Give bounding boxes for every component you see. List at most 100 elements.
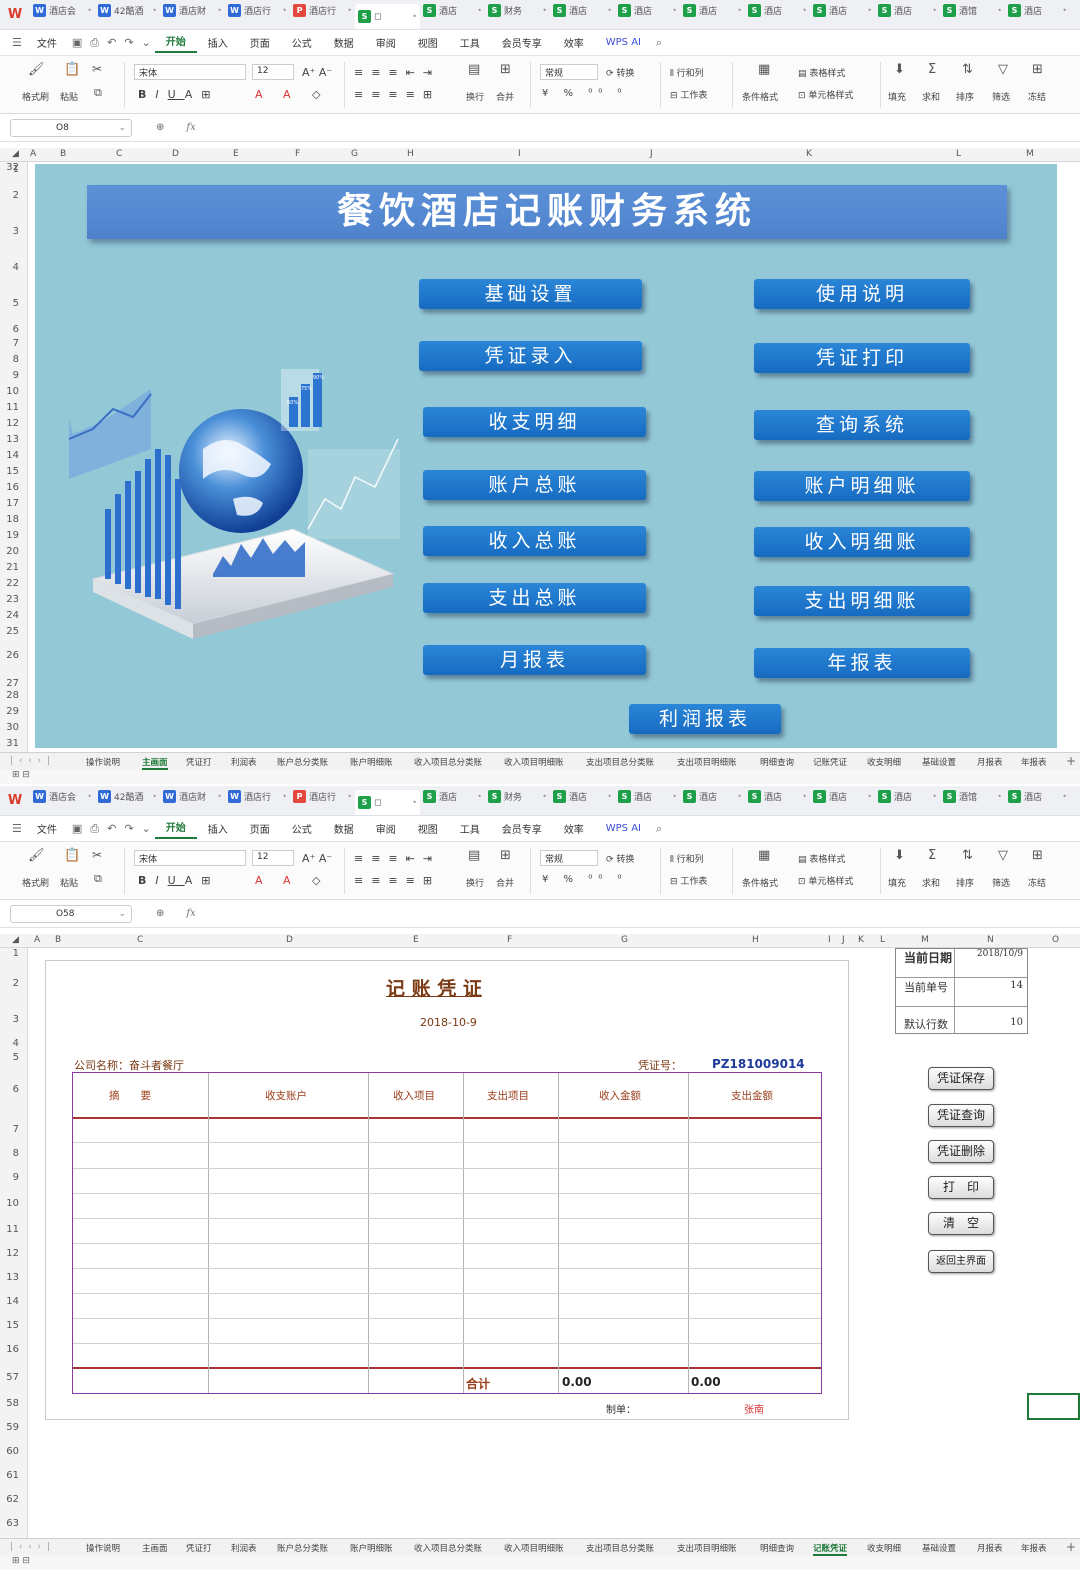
menu-formula[interactable]: 公式: [281, 821, 323, 836]
menu-data[interactable]: 数据: [323, 821, 365, 836]
search-icon[interactable]: ⌕: [652, 36, 666, 50]
font-size-select[interactable]: 12: [252, 64, 294, 80]
close-icon[interactable]: •: [802, 792, 807, 801]
row-number[interactable]: 3: [13, 226, 19, 237]
name-box[interactable]: O58 ⌄: [10, 904, 132, 923]
col-header[interactable]: M: [1026, 149, 1034, 159]
document-tab[interactable]: P 酒店行 •: [290, 786, 355, 808]
add-sheet-icon[interactable]: +: [1066, 754, 1076, 768]
row-number[interactable]: 14: [6, 1296, 19, 1307]
number-format-select[interactable]: 常规: [540, 64, 598, 80]
print-icon[interactable]: ⎙: [86, 822, 103, 836]
sheet-tab[interactable]: 收支明细: [867, 756, 901, 768]
close-icon[interactable]: •: [152, 6, 157, 15]
col-header[interactable]: O: [1052, 935, 1059, 945]
format-painter-icon[interactable]: 🖌: [28, 62, 45, 77]
sheet-nav-icons[interactable]: |‹‹›|: [10, 1542, 56, 1552]
income-detail-ledger-button[interactable]: 收入明细账: [754, 527, 970, 557]
cell-style-button[interactable]: ⊡ 单元格样式: [798, 874, 853, 887]
row-col-button[interactable]: ⫴ 行和列: [670, 66, 704, 79]
sort-label[interactable]: 排序: [956, 90, 974, 103]
col-header[interactable]: G: [621, 935, 628, 945]
row-number[interactable]: 15: [6, 1320, 19, 1331]
conditional-format-icon[interactable]: ▦: [758, 848, 770, 863]
menu-page[interactable]: 页面: [239, 35, 281, 50]
sheet-tab[interactable]: 支出项目明细账: [677, 1542, 737, 1554]
fill-color-icon[interactable]: A: [283, 88, 291, 101]
menu-insert[interactable]: 插入: [197, 821, 239, 836]
col-header[interactable]: A: [34, 935, 40, 945]
query-system-button[interactable]: 查询系统: [754, 410, 970, 440]
clear-button[interactable]: 清 空: [928, 1212, 994, 1235]
sheet-tab[interactable]: 记账凭证: [813, 756, 847, 768]
number-format-icons[interactable]: ¥ % ⁰⁰ ⁰: [542, 874, 627, 885]
account-general-ledger-button[interactable]: 账户总账: [423, 470, 646, 500]
row-number[interactable]: 25: [6, 626, 19, 637]
close-icon[interactable]: •: [217, 792, 222, 801]
selected-cell-O58[interactable]: [1027, 1393, 1080, 1420]
number-format-select[interactable]: 常规: [540, 850, 598, 866]
table-row[interactable]: [73, 1268, 821, 1269]
col-header[interactable]: M: [921, 935, 929, 945]
close-icon[interactable]: •: [347, 792, 352, 801]
col-header[interactable]: C: [137, 935, 143, 945]
redo-icon[interactable]: ↷: [120, 822, 137, 835]
fill-label[interactable]: 填充: [888, 876, 906, 889]
paste-label[interactable]: 粘贴: [60, 876, 78, 889]
document-tab[interactable]: S 酒店 •: [875, 0, 940, 22]
menu-home[interactable]: 开始: [154, 33, 197, 53]
table-row[interactable]: [73, 1293, 821, 1294]
paste-label[interactable]: 粘贴: [60, 90, 78, 103]
sort-label[interactable]: 排序: [956, 876, 974, 889]
close-icon[interactable]: •: [997, 6, 1002, 15]
copy-icon[interactable]: ⧉: [94, 872, 102, 886]
cut-icon[interactable]: ✂: [92, 62, 102, 76]
row-number[interactable]: 3: [13, 1014, 19, 1025]
document-tab[interactable]: W 酒店财 •: [160, 0, 225, 22]
sheet-tab[interactable]: 账户总分类账: [277, 1542, 328, 1554]
col-header[interactable]: J: [842, 935, 845, 945]
menu-home[interactable]: 开始: [154, 819, 197, 839]
col-header[interactable]: A: [30, 149, 36, 159]
document-tab[interactable]: S 酒店 •: [420, 0, 485, 22]
col-header[interactable]: I: [518, 149, 521, 159]
font-color-icon[interactable]: A: [255, 874, 263, 887]
instructions-button[interactable]: 使用说明: [754, 279, 970, 309]
row-number[interactable]: 27: [6, 678, 19, 689]
menu-view[interactable]: 视图: [407, 35, 449, 50]
row-number[interactable]: 30: [6, 722, 19, 733]
table-style-button[interactable]: ▤ 表格样式: [798, 66, 845, 79]
worksheet-button[interactable]: ⊟ 工作表: [670, 874, 707, 887]
voucher-print-button[interactable]: 凭证打印: [754, 343, 970, 373]
row-number[interactable]: 22: [6, 578, 19, 589]
col-header[interactable]: G: [351, 149, 358, 159]
paste-icon[interactable]: 📋: [64, 62, 80, 77]
document-tab[interactable]: S 酒店 •: [615, 786, 680, 808]
query-voucher-button[interactable]: 凭证查询: [928, 1104, 994, 1127]
menu-file[interactable]: 文件: [26, 821, 68, 836]
menu-insert[interactable]: 插入: [197, 35, 239, 50]
row-number[interactable]: 11: [6, 402, 19, 413]
print-icon[interactable]: ⎙: [86, 36, 103, 50]
wrap-icon[interactable]: ▤: [468, 62, 480, 77]
menu-data[interactable]: 数据: [323, 35, 365, 50]
fx-icon[interactable]: fx: [186, 122, 195, 133]
sheet-tab[interactable]: 明细查询: [760, 756, 794, 768]
document-tab[interactable]: P 酒店行 •: [290, 0, 355, 22]
row-col-button[interactable]: ⫴ 行和列: [670, 852, 704, 865]
col-header[interactable]: D: [172, 149, 179, 159]
wrap-icon[interactable]: ▤: [468, 848, 480, 863]
row-number[interactable]: 15: [6, 466, 19, 477]
col-header[interactable]: K: [858, 935, 864, 945]
search-icon[interactable]: ⌕: [652, 822, 666, 836]
col-header[interactable]: B: [60, 149, 66, 159]
clear-format-icon[interactable]: ◇: [312, 874, 320, 887]
close-icon[interactable]: •: [477, 6, 482, 15]
horizontal-align-icons[interactable]: ≡≡≡≡⊞: [354, 874, 440, 887]
close-icon[interactable]: •: [1062, 792, 1067, 801]
row-number[interactable]: 61: [6, 1470, 19, 1481]
document-tab[interactable]: S 财务 •: [485, 786, 550, 808]
table-row[interactable]: [73, 1318, 821, 1319]
close-icon[interactable]: •: [867, 6, 872, 15]
sheet-tab[interactable]: 操作说明: [86, 756, 120, 768]
